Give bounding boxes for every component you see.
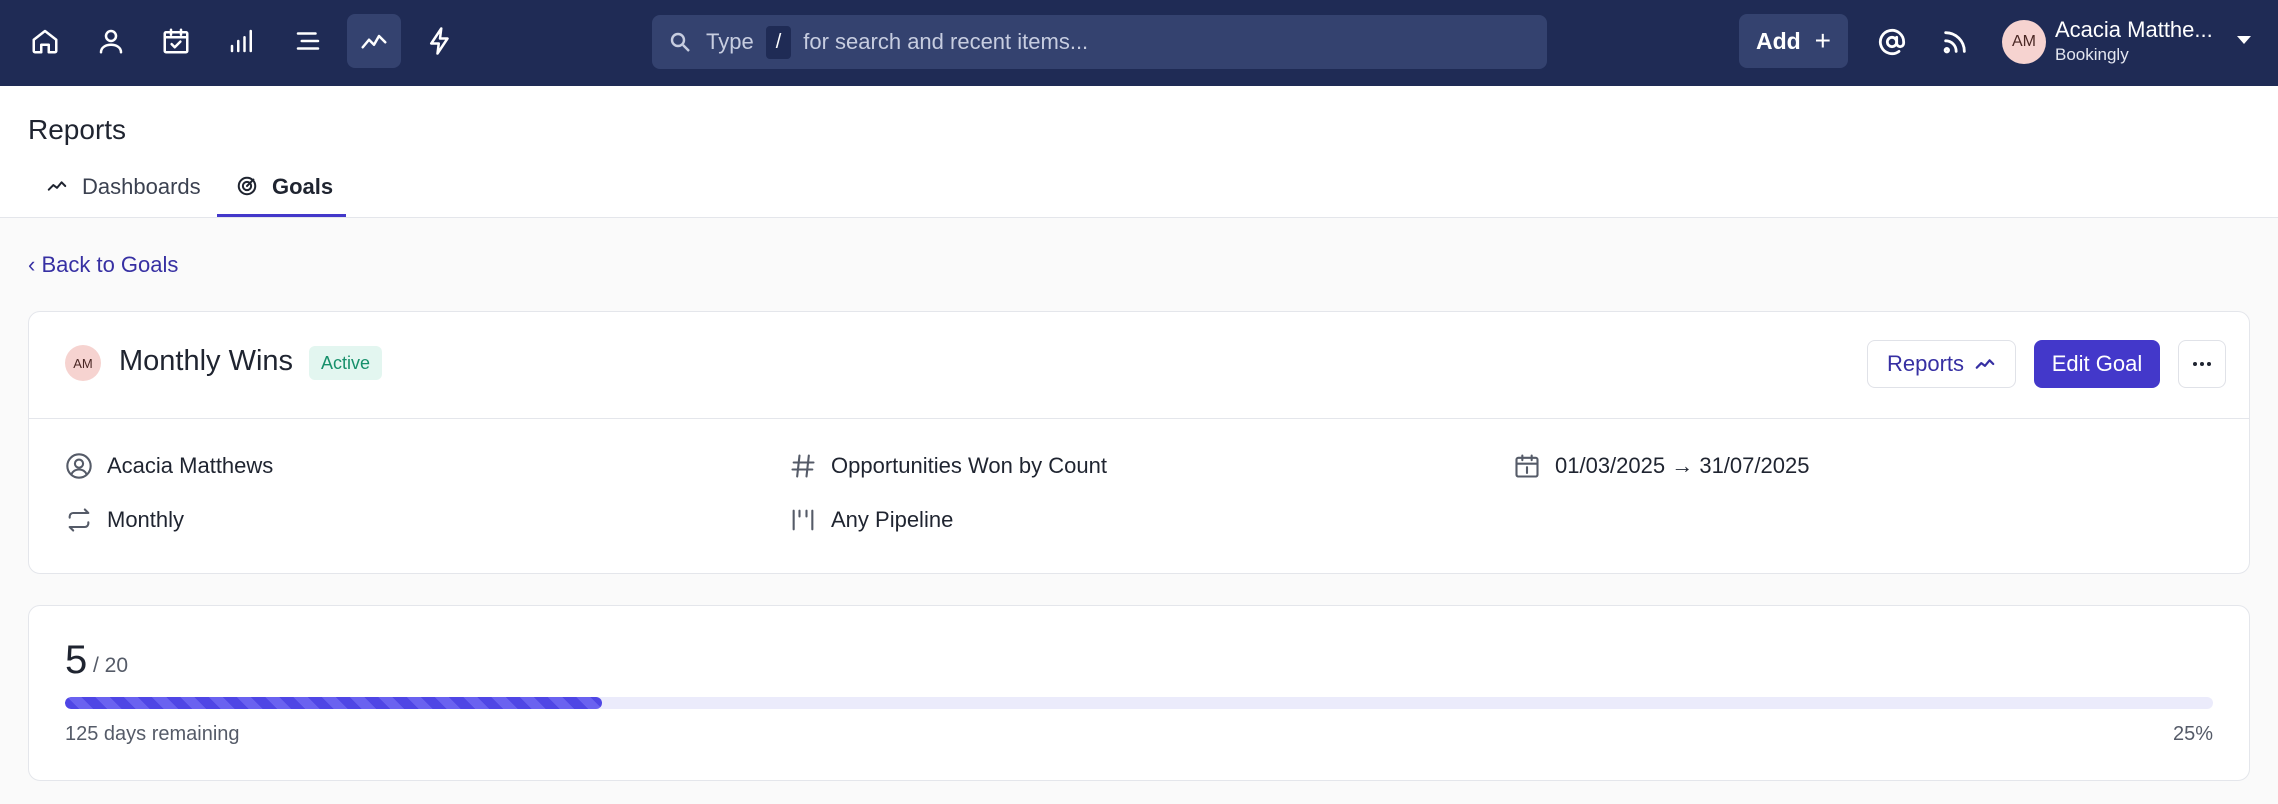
reports-button-label: Reports (1886, 351, 1965, 376)
lightning-icon[interactable] (413, 14, 467, 68)
calendar-check-icon[interactable] (149, 14, 203, 68)
goal-metric-label: Opportunities Won by Count (831, 453, 1107, 478)
search-placeholder-suffix: for search and recent items... (803, 29, 1089, 54)
list-icon[interactable] (281, 14, 335, 68)
status-badge: Active (309, 346, 383, 380)
goal-pipeline-label: Any Pipeline (831, 507, 954, 532)
more-options-button[interactable] (2178, 340, 2226, 388)
add-button-label: Add (1755, 27, 1801, 54)
reports-button[interactable]: Reports (1867, 340, 2016, 388)
tab-goals-label: Goals (272, 174, 334, 199)
page-title: Reports (28, 114, 127, 145)
top-navigation-bar: Type / for search and recent items... Ad… (0, 0, 2278, 86)
user-organization: Bookingly (2055, 45, 2129, 64)
progress-percent: 25% (2172, 723, 2213, 745)
progress-current-value: 5 (65, 638, 88, 682)
card-divider (29, 418, 2249, 419)
hash-icon (791, 454, 815, 478)
target-icon (237, 176, 257, 196)
goal-progress-card: 5 / 20 125 days remaining 25% (28, 605, 2250, 781)
goal-interval: Monthly (65, 506, 184, 534)
contacts-icon[interactable] (84, 14, 138, 68)
mentions-icon[interactable] (1872, 22, 1912, 62)
goal-owner-avatar: AM (65, 345, 101, 381)
search-icon (670, 32, 690, 52)
signal-bars-icon[interactable] (215, 14, 269, 68)
home-icon[interactable] (18, 14, 72, 68)
progress-target-value: / 20 (93, 654, 129, 677)
goal-date-range: 01/03/2025 → 31/07/2025 (1513, 452, 1809, 480)
user-avatar[interactable]: AM (2002, 20, 2046, 64)
goal-owner: Acacia Matthews (65, 452, 273, 480)
search-shortcut-key: / (765, 25, 792, 59)
calendar-icon (1515, 454, 1539, 478)
reports-trend-icon[interactable] (347, 14, 401, 68)
progress-bar-fill (65, 697, 602, 709)
trend-line-icon (47, 181, 67, 191)
active-tab-indicator (217, 214, 346, 217)
search-placeholder-prefix: Type (706, 29, 754, 54)
user-name[interactable]: Acacia Matthe... (2055, 17, 2213, 43)
goal-owner-name: Acacia Matthews (107, 453, 274, 478)
goal-pipeline: Any Pipeline (789, 506, 953, 534)
goal-metric: Opportunities Won by Count (789, 452, 1107, 480)
search-input[interactable]: Type / for search and recent items... (652, 15, 1547, 69)
edit-goal-button[interactable]: Edit Goal (2034, 340, 2160, 388)
progress-bar (65, 697, 2213, 709)
goal-summary-card: AM Monthly Wins Active Reports Edit Goal… (28, 311, 2250, 574)
trend-line-icon (1975, 359, 1995, 369)
activity-feed-icon[interactable] (1935, 22, 1975, 62)
tab-goals[interactable]: Goals (236, 174, 333, 218)
goal-interval-label: Monthly (107, 507, 185, 532)
tab-dashboards-label: Dashboards (82, 174, 201, 199)
add-button[interactable]: Add + (1739, 14, 1848, 68)
goal-date-range-label: 01/03/2025 → 31/07/2025 (1555, 453, 1810, 478)
back-to-goals-link[interactable]: ‹ Back to Goals (28, 252, 178, 278)
repeat-icon (68, 508, 90, 532)
tab-dashboards[interactable]: Dashboards (46, 174, 201, 218)
plus-icon: + (1814, 25, 1832, 56)
days-remaining: 125 days remaining (65, 723, 240, 745)
pipeline-icon (792, 509, 814, 531)
chevron-down-icon[interactable] (2237, 36, 2251, 44)
more-dot-icon (2200, 362, 2204, 366)
goal-title: Monthly Wins (119, 345, 294, 377)
page-header: Reports Dashboards Goals (0, 86, 2278, 218)
more-dot-icon (2193, 362, 2197, 366)
user-circle-icon (66, 453, 92, 479)
more-dot-icon (2207, 362, 2211, 366)
